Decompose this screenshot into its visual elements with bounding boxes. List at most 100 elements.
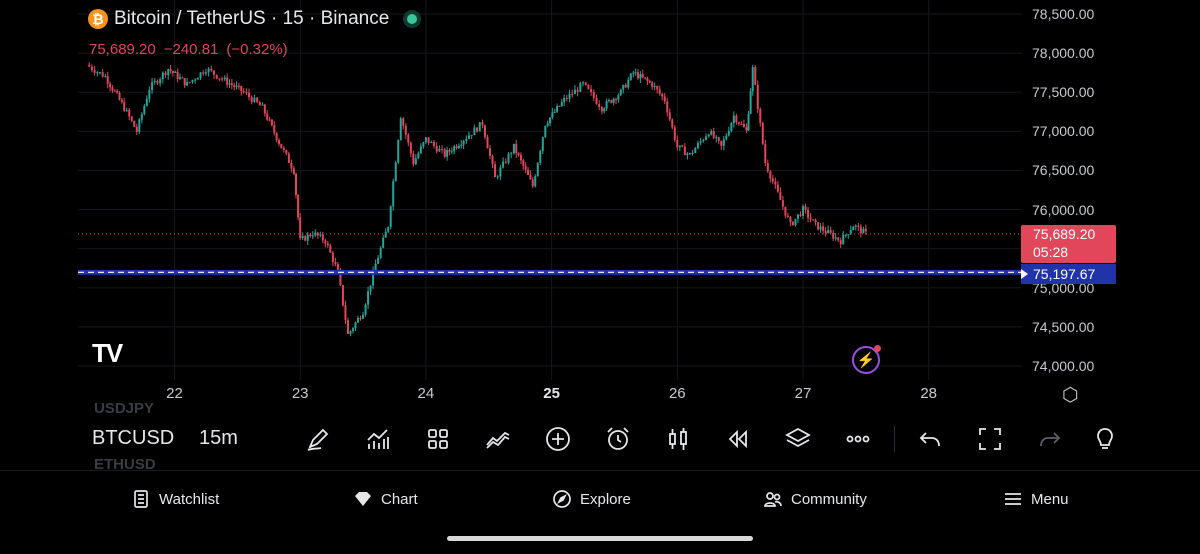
- candle-body: [834, 237, 837, 239]
- symbol-title[interactable]: Bitcoin / TetherUS · 15 · Binance: [114, 8, 389, 30]
- candle-body: [499, 167, 502, 177]
- candle-body: [862, 228, 865, 234]
- pen-icon: [307, 428, 329, 451]
- nav-community[interactable]: Community: [763, 489, 867, 509]
- candle-body: [301, 236, 304, 239]
- candle-body: [441, 148, 444, 150]
- nav-chart[interactable]: Chart: [353, 489, 418, 509]
- symbol-header[interactable]: ₿ Bitcoin / TetherUS · 15 · Binance: [88, 8, 422, 30]
- candle-body: [740, 123, 743, 125]
- candle-body: [357, 317, 360, 323]
- indicators-button[interactable]: [361, 422, 395, 456]
- candle-body: [424, 137, 427, 143]
- candle-body: [844, 234, 847, 236]
- candle-body: [261, 104, 264, 106]
- price-axis-label: 78,000.00: [1032, 45, 1095, 62]
- layouts-button[interactable]: [421, 422, 455, 456]
- candle-body: [297, 195, 300, 218]
- horizontal-line-badge[interactable]: 75,197.67: [1021, 264, 1116, 284]
- home-indicator[interactable]: [447, 536, 753, 541]
- candle-body: [191, 80, 194, 83]
- candle-body: [250, 97, 253, 103]
- right-rail: [1122, 0, 1200, 470]
- more-dots-icon: [846, 435, 870, 443]
- candle-body: [529, 174, 532, 180]
- candle-body: [624, 84, 627, 88]
- left-rail: [0, 0, 78, 470]
- replay-button[interactable]: [721, 422, 755, 456]
- candle-body: [556, 105, 559, 112]
- candle-body: [268, 119, 271, 121]
- time-axis-label: 24: [417, 385, 435, 402]
- candle-body: [116, 91, 119, 93]
- candle-body: [465, 138, 468, 141]
- candle-body: [653, 86, 656, 88]
- candle-body: [796, 214, 799, 219]
- object-tree-button[interactable]: [781, 422, 815, 456]
- candle-body: [273, 125, 276, 133]
- candle-body: [784, 206, 787, 216]
- price-quote: 75,689.20 −240.81 (−0.32%): [89, 41, 288, 58]
- candle-body: [648, 80, 651, 83]
- price-axis-label: 76,500.00: [1032, 162, 1095, 179]
- candle-body: [745, 127, 748, 131]
- nav-watchlist[interactable]: Watchlist: [131, 489, 219, 509]
- alert-button[interactable]: [601, 422, 635, 456]
- candle-body: [539, 150, 542, 163]
- candle-body: [691, 152, 694, 154]
- candle-body: [226, 77, 229, 85]
- candle-body: [414, 158, 417, 165]
- candle-body: [804, 206, 807, 210]
- candle-body: [277, 140, 280, 144]
- candle-body: [351, 328, 354, 332]
- candle-body: [839, 240, 842, 245]
- fullscreen-button[interactable]: [973, 422, 1007, 456]
- chart-type-button[interactable]: [661, 422, 695, 456]
- candle-body: [799, 214, 802, 216]
- symbol-selector[interactable]: BTCUSD: [92, 427, 174, 450]
- time-axis-label: 28: [920, 385, 938, 402]
- people-icon: [764, 492, 782, 507]
- candle-body: [221, 78, 224, 80]
- ideas-button[interactable]: [1088, 422, 1122, 456]
- candle-body: [233, 85, 236, 87]
- candle-body: [563, 98, 566, 103]
- candle-body: [228, 83, 231, 85]
- undo-button[interactable]: [913, 422, 947, 456]
- candle-body: [240, 85, 243, 92]
- add-button[interactable]: [541, 422, 575, 456]
- candle-body: [169, 69, 172, 72]
- candle-body: [181, 77, 184, 79]
- candle-body: [502, 161, 505, 168]
- candle-body: [130, 116, 133, 121]
- drawing-tools-button[interactable]: [301, 422, 335, 456]
- candle-body: [438, 148, 441, 152]
- candle-body: [453, 146, 456, 152]
- candle-body: [407, 134, 410, 143]
- candle-body: [842, 234, 845, 245]
- more-button[interactable]: [841, 422, 875, 456]
- candle-body: [215, 74, 218, 79]
- candle-body: [394, 162, 397, 182]
- interval-selector[interactable]: 15m: [199, 427, 238, 450]
- candlestick-plot[interactable]: [78, 0, 1022, 406]
- nav-menu[interactable]: Menu: [1003, 489, 1069, 509]
- candle-body: [183, 78, 186, 86]
- candle-body: [491, 155, 494, 165]
- candle-body: [598, 104, 601, 108]
- compare-button[interactable]: [481, 422, 515, 456]
- candle-body: [712, 131, 715, 138]
- candle-body: [167, 69, 170, 76]
- candle-body: [123, 102, 126, 111]
- lightbulb-icon: [1097, 428, 1113, 449]
- candle-body: [558, 105, 561, 107]
- candle-body: [607, 100, 610, 102]
- candle-body: [544, 125, 547, 138]
- nav-explore[interactable]: Explore: [552, 489, 631, 509]
- candle-body: [627, 79, 630, 88]
- candle-body: [536, 162, 539, 177]
- lightning-icon[interactable]: ⚡: [852, 345, 881, 374]
- settings-gear-icon[interactable]: ⬡: [1062, 384, 1079, 407]
- redo-button[interactable]: [1033, 422, 1067, 456]
- candle-body: [174, 71, 177, 73]
